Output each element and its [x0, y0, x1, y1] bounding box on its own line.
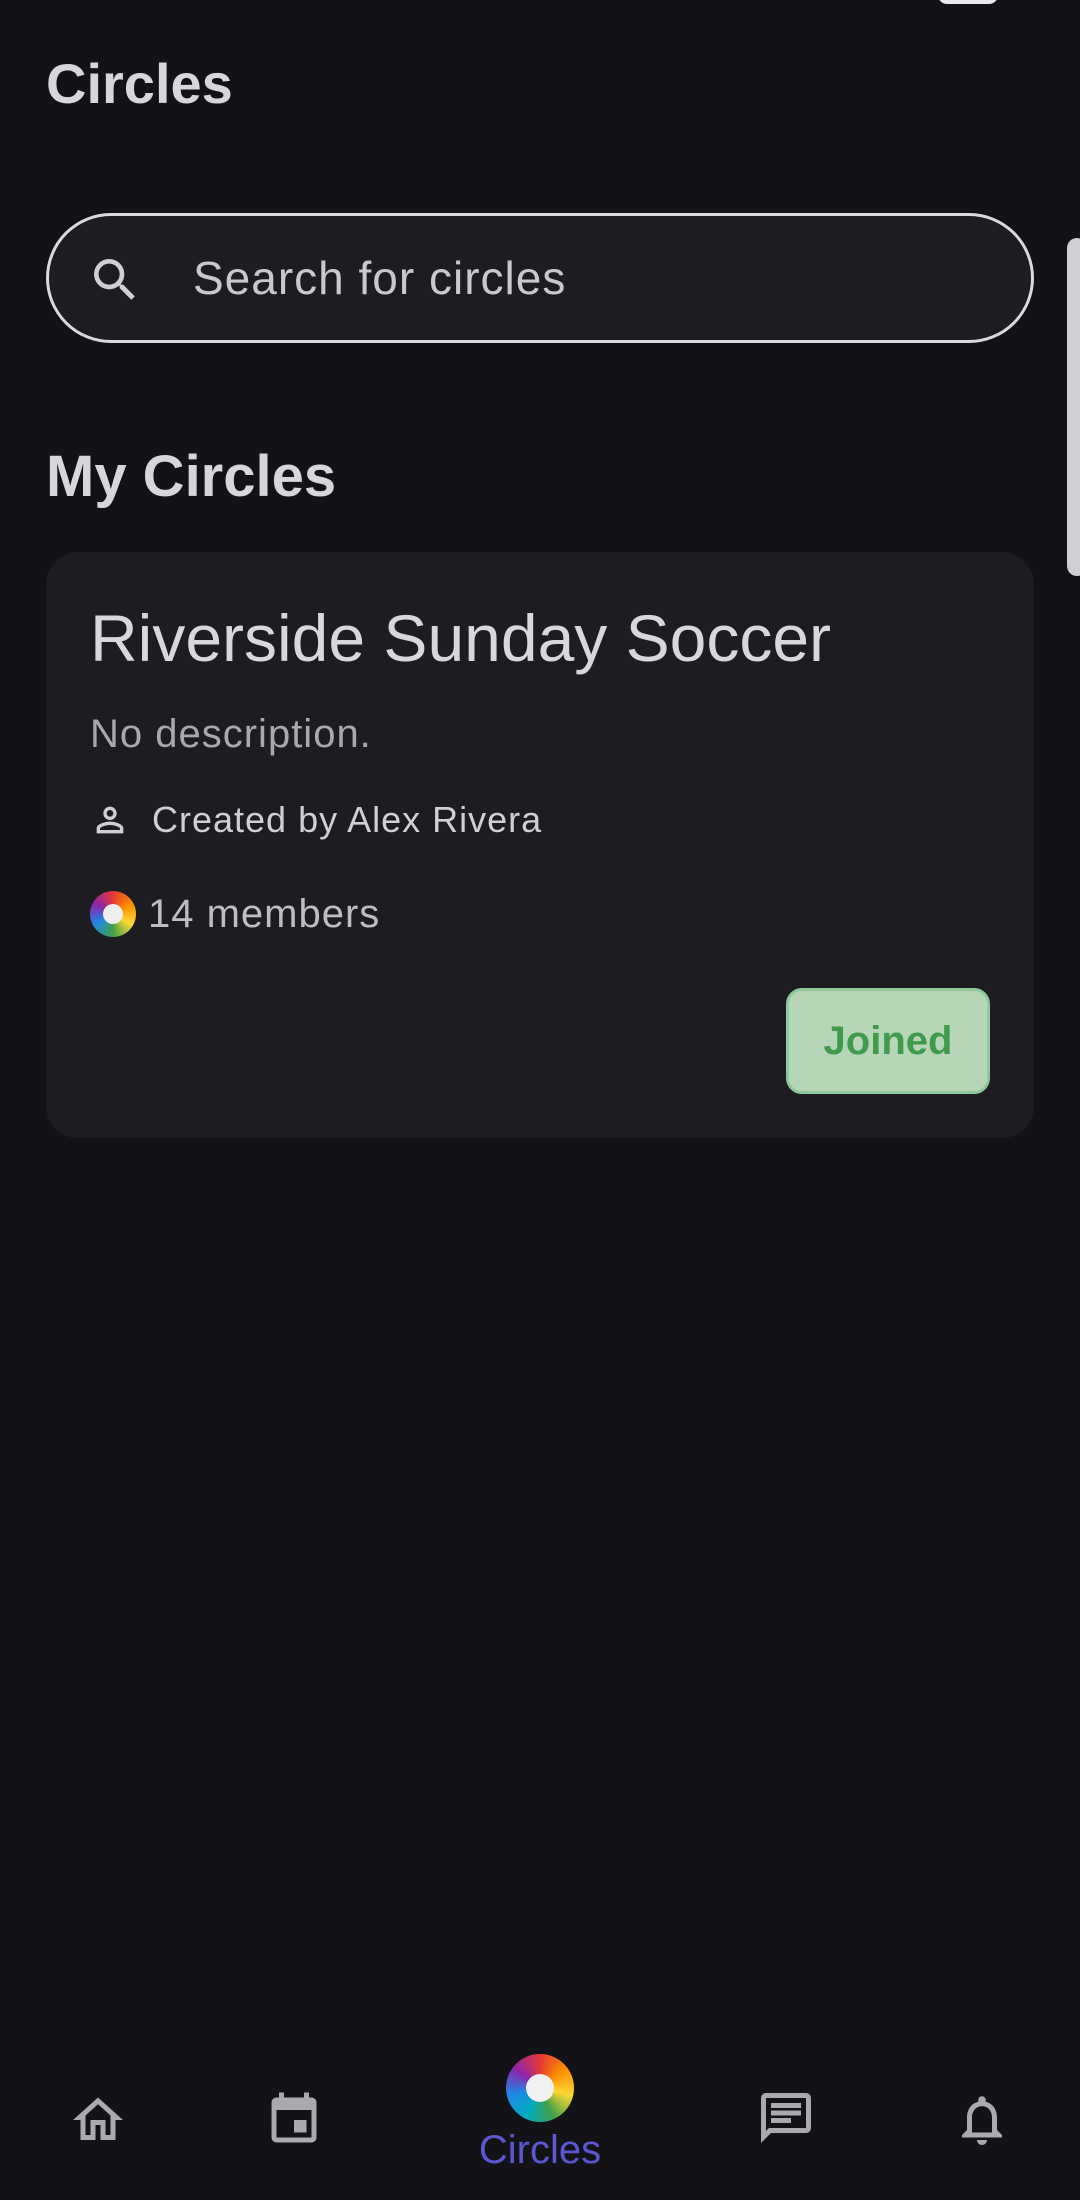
top-edge-element: [938, 0, 998, 4]
members-row: 14 members: [90, 890, 380, 938]
bottom-navigation: Circles: [0, 2040, 1080, 2200]
person-icon: [96, 806, 124, 834]
search-bar[interactable]: [46, 213, 1034, 343]
bell-icon: [962, 2096, 1002, 2145]
page-title: Circles: [46, 52, 233, 115]
nav-circles-label: Circles: [478, 2128, 602, 2172]
search-icon: [94, 259, 135, 300]
members-count: 14 members: [148, 891, 381, 936]
creator-row: Created by Alex Rivera: [90, 798, 542, 842]
calendar-icon: [271, 2092, 317, 2143]
circle-card[interactable]: Riverside Sunday Soccer No description. …: [46, 552, 1034, 1138]
circles-logo-icon: [506, 2054, 574, 2122]
nav-circles[interactable]: Circles: [460, 2040, 620, 2200]
search-input[interactable]: [193, 216, 993, 340]
joined-button[interactable]: Joined: [786, 988, 990, 1094]
creator-label: Created by Alex Rivera: [152, 799, 543, 840]
member-avatar: [90, 891, 136, 937]
circle-description: No description.: [90, 712, 372, 756]
scrollbar[interactable]: [1067, 238, 1080, 576]
section-title-my-circles: My Circles: [46, 444, 337, 509]
circle-name: Riverside Sunday Soccer: [90, 601, 832, 675]
home-icon: [73, 2097, 123, 2140]
message-icon: [761, 2093, 811, 2143]
